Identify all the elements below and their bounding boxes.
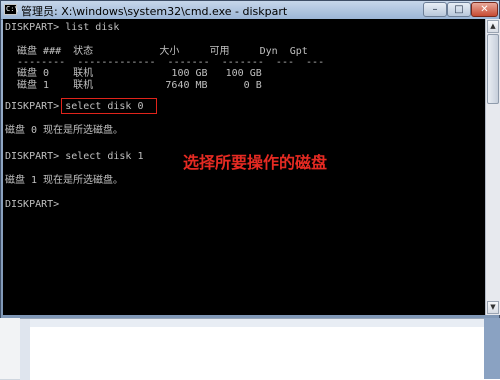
highlight-box	[61, 98, 157, 114]
console-line: DISKPART> select disk 1	[5, 151, 144, 162]
console-prompt: DISKPART>	[5, 199, 60, 210]
console-line: 磁盘 1 现在是所选磁盘。	[5, 175, 124, 186]
annotation-text: 选择所要操作的磁盘	[183, 153, 328, 172]
console-line: DISKPART> list disk	[5, 22, 120, 33]
window-title: 管理员: X:\windows\system32\cmd.exe - diskp…	[21, 5, 288, 18]
console-line: 磁盘 0 现在是所选磁盘。	[5, 125, 124, 136]
disk-table-row: 磁盘 1 联机 7640 MB 0 B	[5, 80, 262, 91]
scrollbar-thumb[interactable]	[487, 34, 499, 104]
desktop-background	[0, 318, 20, 379]
cmd-app-icon[interactable]: C:\	[4, 4, 19, 15]
close-button[interactable]: ✕	[471, 2, 498, 17]
scroll-down-icon[interactable]: ▼	[487, 301, 499, 314]
maximize-button[interactable]: □	[447, 2, 471, 17]
vertical-scrollbar[interactable]: ▲ ▼	[485, 19, 500, 315]
title-bar[interactable]: C:\ 管理员: X:\windows\system32\cmd.exe - d…	[1, 1, 499, 20]
background-window-pane	[20, 319, 30, 380]
background-window-header	[20, 319, 500, 327]
scroll-up-icon[interactable]: ▲	[487, 20, 499, 33]
disk-table-row: 磁盘 0 联机 100 GB 100 GB	[5, 68, 262, 79]
background-window	[20, 318, 500, 380]
cmd-window: C:\ 管理员: X:\windows\system32\cmd.exe - d…	[0, 0, 500, 320]
background-window-edge	[484, 318, 500, 379]
console-output[interactable]: DISKPART> list disk 磁盘 ### 状态 大小 可用 Dyn …	[3, 19, 485, 315]
minimize-button[interactable]: –	[423, 2, 447, 17]
